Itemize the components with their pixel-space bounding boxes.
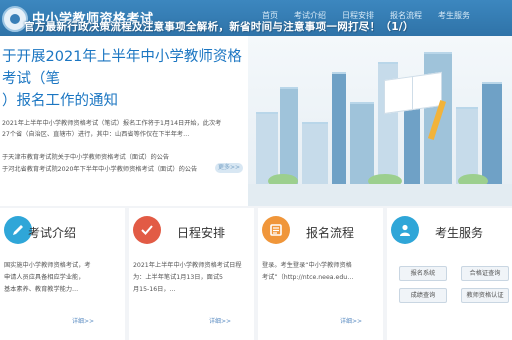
registration-system-button[interactable]: 报名系统	[399, 266, 447, 281]
card-body-line: 登录。考生登录“中小学教师资格	[262, 262, 352, 269]
hero-description: 2021年上半年中小学教师资格考试（笔试）报名工作将于1月14日开始，此次考 2…	[2, 118, 248, 140]
more-button[interactable]: 更多>>	[215, 163, 243, 173]
hero-title[interactable]: 于开展2021年上半年中小学教师资格考试（笔 ）报名工作的通知	[2, 46, 248, 112]
nav-services[interactable]: 考生服务	[438, 10, 470, 21]
building	[280, 87, 298, 184]
card-more-link[interactable]: 详细>>	[72, 316, 94, 325]
card-body-line: 申请人员应具备相应学业能，	[4, 274, 85, 281]
building	[350, 102, 374, 184]
hero-illustration	[248, 36, 512, 206]
service-buttons: 报名系统 合格证查询 成绩查询 教师资格认证	[399, 266, 509, 303]
hero-desc-line: 2021年上半年中小学教师资格考试（笔试）报名工作将于1月14日开始，此次考	[2, 120, 222, 127]
teacher-qualification-button[interactable]: 教师资格认证	[461, 288, 509, 303]
card-body-line: 国实施中小学教师资格考试，考	[4, 262, 91, 269]
checkmark-icon	[133, 216, 161, 244]
certificate-query-button[interactable]: 合格证查询	[461, 266, 509, 281]
card-more-link[interactable]: 详细>>	[340, 316, 362, 325]
score-query-button[interactable]: 成绩查询	[399, 288, 447, 303]
news-link[interactable]: 于河北省教育考试院2020年下半年中小学教师资格考试（面试）的公告	[2, 164, 248, 176]
hero-text-block: 于开展2021年上半年中小学教师资格考试（笔 ）报名工作的通知 2021年上半年…	[0, 46, 248, 176]
card-body-line: 月15-16日，…	[133, 286, 176, 293]
road	[248, 184, 512, 206]
card-body-line: 考试”（http://ntce.neea.edu…	[262, 274, 354, 281]
card-body-line: 2021年上半年中小学教师资格考试日程	[133, 262, 242, 269]
card-body: 2021年上半年中小学教师资格考试日程 为：上半年笔试1月13日，面试5 月15…	[133, 260, 251, 296]
card-title: 日程安排	[177, 226, 226, 240]
person-icon	[391, 216, 419, 244]
card-title: 考生服务	[435, 226, 484, 240]
card-title: 考试介绍	[28, 226, 77, 240]
card-more-link[interactable]: 详细>>	[209, 316, 231, 325]
card-body: 国实施中小学教师资格考试，考 申请人员应具备相应学业能， 基本素养、教育教学能力…	[4, 260, 122, 296]
building	[332, 72, 346, 184]
news-link[interactable]: 于天津市教育考试院关于中小学教师资格考试（面试）的公告	[2, 152, 248, 164]
hero-section: 于开展2021年上半年中小学教师资格考试（笔 ）报名工作的通知 2021年上半年…	[0, 36, 512, 206]
card-schedule[interactable]: 日程安排 2021年上半年中小学教师资格考试日程 为：上半年笔试1月13日，面试…	[129, 208, 254, 340]
card-registration[interactable]: 报名流程 登录。考生登录“中小学教师资格 考试”（http://ntce.nee…	[258, 208, 383, 340]
card-body-line: 基本素养、教育教学能力…	[4, 286, 79, 293]
overlay-banner-text: 官方最新行政决策流程及注意事项全解析，新省时间与注意事项一网打尽！（1/）	[24, 21, 414, 33]
building	[456, 107, 478, 184]
building	[302, 122, 328, 184]
card-body: 登录。考生登录“中小学教师资格 考试”（http://ntce.neea.edu…	[262, 260, 380, 284]
flow-icon	[262, 216, 290, 244]
card-candidate-services: 考生服务 报名系统 合格证查询 成绩查询 教师资格认证	[387, 208, 512, 340]
building	[482, 82, 502, 184]
card-title: 报名流程	[306, 226, 355, 240]
building	[256, 112, 278, 184]
hero-desc-line: 27个省（自治区、直辖市）进行，其中：山西省等作仅在下半年考…	[2, 131, 190, 138]
card-exam-intro[interactable]: 考试介绍 国实施中小学教师资格考试，考 申请人员应具备相应学业能， 基本素养、教…	[0, 208, 125, 340]
site-header: 中小学教师资格考试 首页 考试介绍 日程安排 报名流程 考生服务 官方最新行政决…	[0, 0, 512, 36]
card-body-line: 为：上半年笔试1月13日，面试5	[133, 274, 223, 281]
hero-news-list: 于天津市教育考试院关于中小学教师资格考试（面试）的公告 于河北省教育考试院202…	[2, 152, 248, 176]
feature-cards: 考试介绍 国实施中小学教师资格考试，考 申请人员应具备相应学业能， 基本素养、教…	[0, 208, 512, 340]
